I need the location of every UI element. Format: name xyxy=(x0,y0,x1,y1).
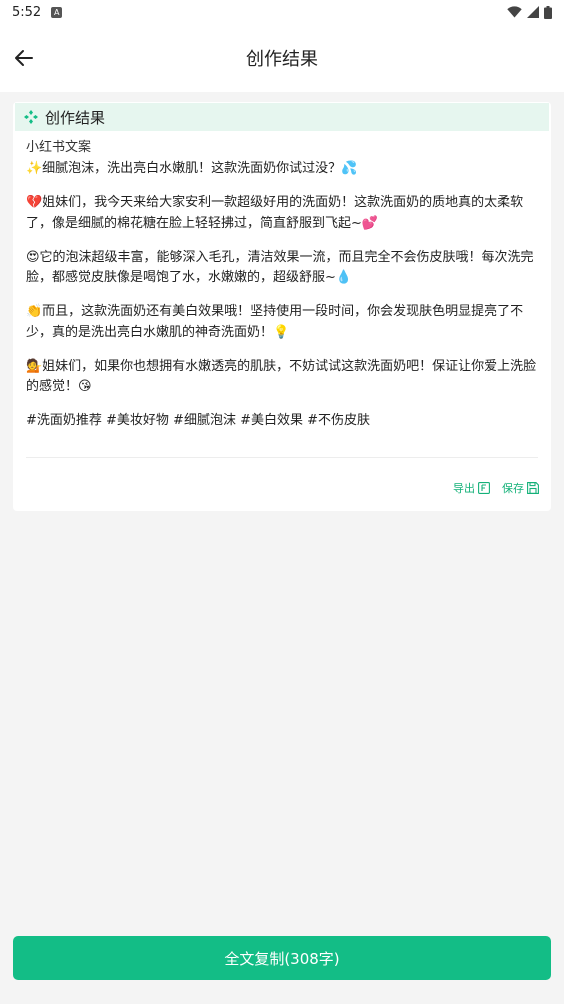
hashtags: #洗面奶推荐 #美妆好物 #细腻泡沫 #美白效果 #不伤皮肤 xyxy=(26,413,370,428)
divider xyxy=(26,457,538,458)
card-header: 创作结果 xyxy=(15,103,549,131)
save-button[interactable]: 保存 xyxy=(502,480,539,496)
copy-all-button[interactable]: 全文复制(308字) xyxy=(13,936,551,980)
card-header-title: 创作结果 xyxy=(45,108,106,127)
card-actions: 导出 保存 xyxy=(453,480,539,496)
save-icon xyxy=(527,482,539,494)
export-label: 导出 xyxy=(453,482,475,495)
status-icons xyxy=(507,5,552,19)
paragraph: 💔姐妹们，我今天来给大家安利一款超级好用的洗面奶！这款洗面奶的质地真的太柔软了，… xyxy=(26,195,524,231)
status-bar: 5:52 A xyxy=(0,0,564,24)
generated-text: ✨细腻泡沫，洗出亮白水嫩肌！这款洗面奶你试过没？💦 💔姐妹们，我今天来给大家安利… xyxy=(13,156,551,432)
page-title: 创作结果 xyxy=(246,49,318,70)
export-button[interactable]: 导出 xyxy=(453,480,490,496)
signal-icon xyxy=(527,6,539,18)
status-time: 5:52 xyxy=(12,4,42,20)
paragraph: 👏而且，这款洗面奶还有美白效果哦！坚持使用一段时间，你会发现肤色明显提亮了不少，… xyxy=(26,304,524,340)
sparkle-diamond-icon xyxy=(24,110,38,124)
export-icon xyxy=(478,482,490,494)
result-card: 创作结果 小红书文案 ✨细腻泡沫，洗出亮白水嫩肌！这款洗面奶你试过没？💦 💔姐妹… xyxy=(13,102,551,511)
app-bar: 创作结果 xyxy=(0,24,564,92)
save-label: 保存 xyxy=(502,482,524,495)
content-type-label: 小红书文案 xyxy=(26,140,92,155)
back-arrow-icon[interactable] xyxy=(12,46,36,70)
paragraph: ✨细腻泡沫，洗出亮白水嫩肌！这款洗面奶你试过没？💦 xyxy=(26,161,358,176)
paragraph: 😍它的泡沫超级丰富，能够深入毛孔，清洁效果一流，而且完全不会伤皮肤哦！每次洗完脸… xyxy=(26,249,534,286)
battery-icon xyxy=(544,5,552,19)
wifi-icon xyxy=(507,6,522,18)
paragraph: 💁姐妹们，如果你也想拥有水嫩透亮的肌肤，不妨试试这款洗面奶吧！保证让你爱上洗脸的… xyxy=(26,358,537,395)
app-notification-icon: A xyxy=(51,6,63,18)
